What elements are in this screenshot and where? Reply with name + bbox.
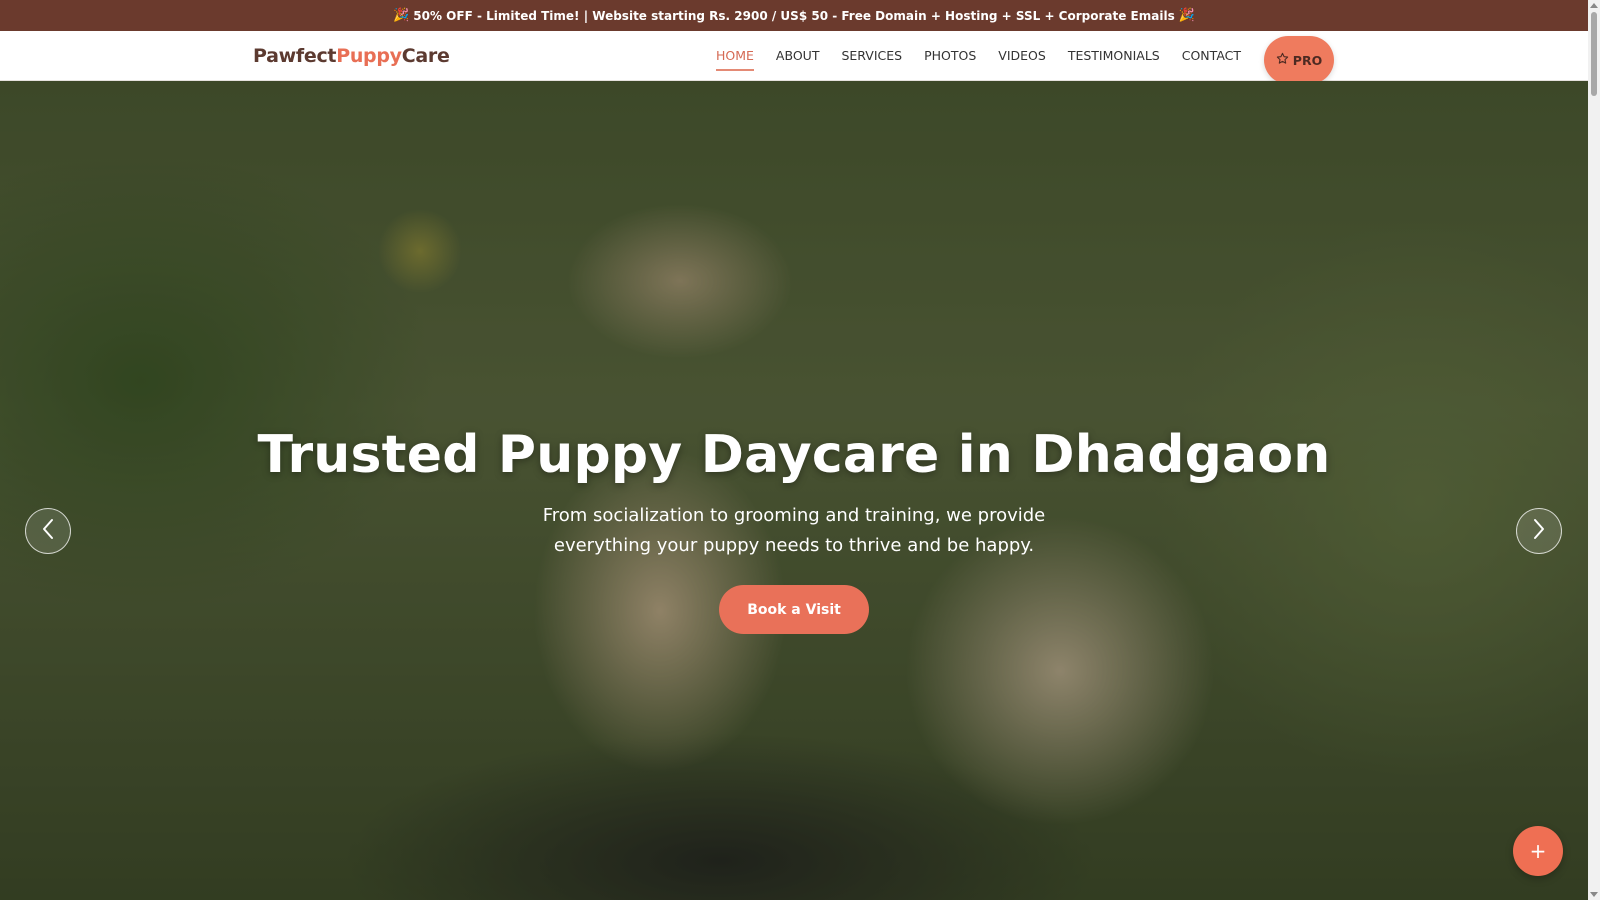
nav-item-videos[interactable]: VIDEOS <box>987 31 1057 81</box>
site-logo[interactable]: PawfectPuppyCare <box>253 45 450 67</box>
page-scrollbar[interactable] <box>1588 0 1600 900</box>
hero-title: Trusted Puppy Daycare in Dhadgaon <box>257 425 1331 485</box>
hero-image-overlay <box>0 81 1588 900</box>
main-navbar: PawfectPuppyCare HOME ABOUT SERVICES PHO… <box>0 31 1588 84</box>
nav-item-testimonials[interactable]: TESTIMONIALS <box>1057 31 1171 81</box>
star-outline-icon <box>1276 52 1289 68</box>
nav-item-contact[interactable]: CONTACT <box>1171 31 1252 81</box>
hero-slider: Trusted Puppy Daycare in Dhadgaon From s… <box>0 81 1588 900</box>
scroll-down-arrow-icon[interactable] <box>1590 892 1598 897</box>
slider-next-button[interactable] <box>1516 508 1562 554</box>
pro-button[interactable]: PRO <box>1264 36 1334 84</box>
nav-item-photos[interactable]: PHOTOS <box>913 31 987 81</box>
party-popper-icon: 🎉 <box>393 8 410 23</box>
pro-button-label: PRO <box>1292 52 1323 68</box>
logo-text-part2: Puppy <box>336 45 402 67</box>
promo-text: 50% OFF - Limited Time! | Website starti… <box>413 8 1175 23</box>
chevron-left-icon <box>39 517 57 545</box>
nav-links: HOME ABOUT SERVICES PHOTOS VIDEOS TESTIM… <box>705 31 1252 81</box>
chevron-right-icon <box>1530 517 1548 545</box>
plus-icon: + <box>1529 839 1547 863</box>
logo-text-part1: Pawfect <box>253 45 337 67</box>
promo-banner: 🎉 50% OFF - Limited Time! | Website star… <box>0 0 1588 31</box>
nav-item-about[interactable]: ABOUT <box>765 31 831 81</box>
book-visit-button[interactable]: Book a Visit <box>719 585 869 634</box>
scrollbar-thumb[interactable] <box>1591 12 1597 96</box>
slider-prev-button[interactable] <box>25 508 71 554</box>
nav-item-services[interactable]: SERVICES <box>830 31 913 81</box>
hero-subtitle: From socialization to grooming and train… <box>542 505 1046 556</box>
logo-text-part3: Care <box>401 45 450 67</box>
scroll-up-arrow-icon[interactable] <box>1590 3 1598 8</box>
floating-action-button[interactable]: + <box>1513 826 1563 876</box>
party-popper-icon: 🎉 <box>1178 8 1195 23</box>
nav-item-home[interactable]: HOME <box>705 31 765 81</box>
